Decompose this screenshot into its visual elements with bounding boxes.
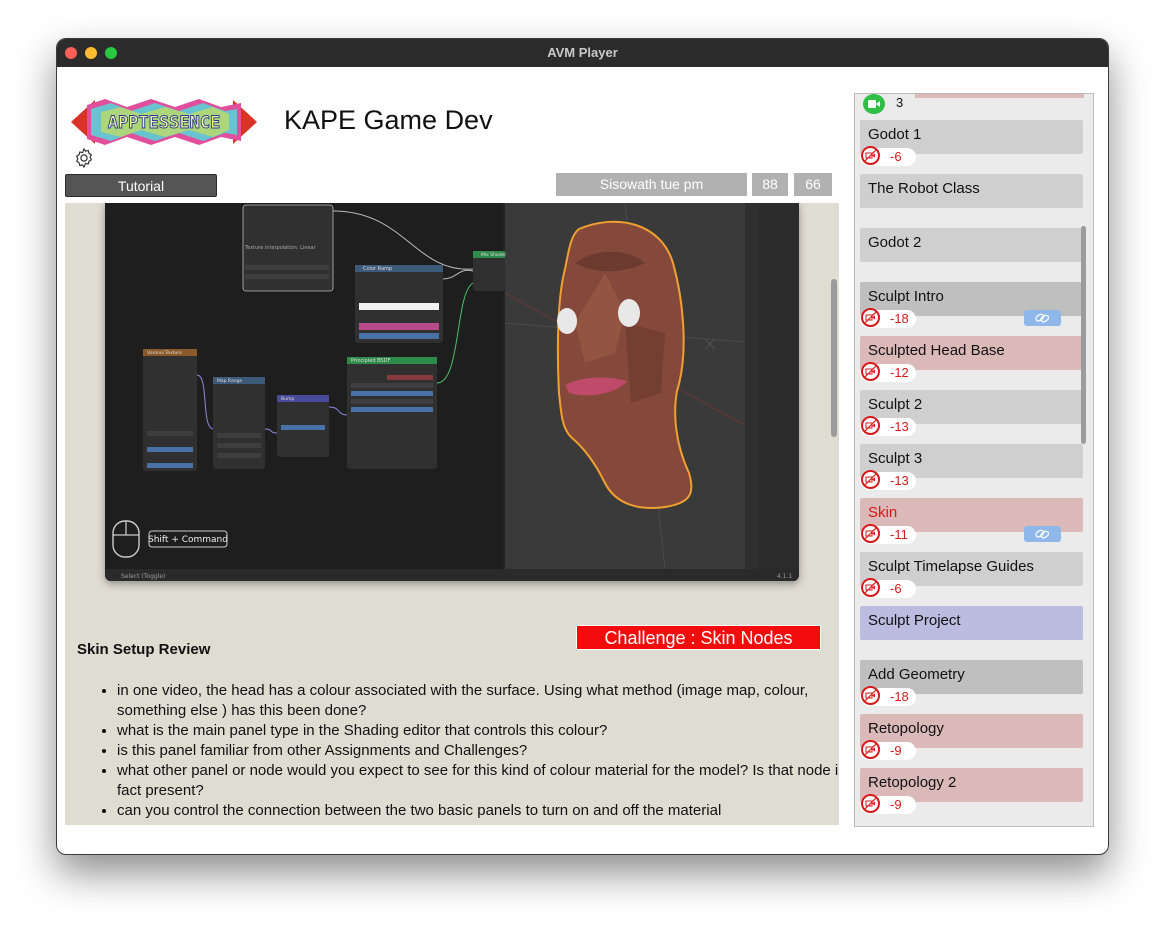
list-item-robot-class[interactable]: The Robot Class (860, 174, 1083, 208)
node-bump-label: Bump (281, 396, 294, 402)
absence-badge: -18 (860, 308, 916, 328)
video-off-icon (861, 578, 880, 597)
video-off-icon (861, 308, 880, 327)
absence-count: -11 (890, 527, 908, 542)
absence-badge: -13 (860, 470, 916, 490)
absence-badge: -6 (860, 578, 916, 598)
challenge-banner[interactable]: Challenge : Skin Nodes (576, 625, 821, 650)
lesson-content: Select (Toggle) 4.1.1 Texture interpolat… (65, 203, 839, 825)
question-item: is this panel familiar from other Assign… (117, 741, 839, 761)
absence-count: -9 (890, 797, 902, 812)
node-map-range-label: Map Range (217, 378, 242, 384)
link-button[interactable] (1024, 526, 1061, 542)
list-item-sculpt-project[interactable]: Sculpt Project (860, 606, 1083, 640)
node-mix-shader-label: Mix Shader (481, 252, 506, 258)
content-scrollbar[interactable] (831, 279, 837, 437)
absence-badge: -11 (860, 524, 916, 544)
absence-badge: -9 (860, 794, 916, 814)
question-item: can you control the connection between t… (117, 801, 839, 821)
absence-badge: -12 (860, 362, 916, 382)
absence-count: -18 (890, 689, 909, 704)
group-label-box[interactable]: Sisowath tue pm (556, 173, 747, 196)
list-item-label: The Robot Class (868, 180, 980, 197)
video-off-icon (861, 794, 880, 813)
list-item-partial (915, 94, 1084, 98)
list-item-label: Sculpt 3 (868, 450, 923, 467)
apptessence-logo: APPTESSENCE (71, 99, 257, 145)
section-title: Skin Setup Review (77, 641, 211, 658)
list-item-label: Sculpt Timelapse Guides (868, 558, 1034, 575)
lesson-sidebar[interactable]: 3 Godot 1 -6 The Robot Class Godot 2 Scu… (854, 93, 1094, 827)
video-camera-icon (863, 94, 885, 114)
absence-badge: -6 (860, 146, 916, 166)
link-icon (1035, 529, 1050, 539)
list-item-label: Skin (868, 504, 898, 521)
version-text: 4.1.1 (777, 573, 792, 580)
shortcut-label: Shift + Command (148, 535, 228, 545)
absence-badge: -13 (860, 416, 916, 436)
node-color-ramp-label: Color Ramp (363, 266, 392, 272)
sidebar-scrollbar[interactable] (1081, 226, 1086, 444)
list-item-label: Sculpted Head Base (868, 342, 1005, 359)
logo-text: APPTESSENCE (108, 113, 221, 133)
video-off-icon (861, 524, 880, 543)
video-off-icon (861, 686, 880, 705)
list-item-label: Sculpt 2 (868, 396, 923, 413)
absence-count: -18 (890, 311, 909, 326)
video-off-icon (861, 416, 880, 435)
list-item-godot-2[interactable]: Godot 2 (860, 228, 1083, 262)
video-off-icon (861, 362, 880, 381)
tutorial-button[interactable]: Tutorial (65, 174, 217, 197)
link-button[interactable] (1024, 310, 1061, 326)
link-icon (1035, 313, 1050, 323)
question-item: what other panel or node would you expec… (117, 761, 839, 801)
node-voronoi-label: Voronoi Texture (147, 350, 182, 356)
list-item-label: Sculpt Intro (868, 288, 944, 305)
gear-icon[interactable] (73, 147, 95, 169)
video-player[interactable]: Select (Toggle) 4.1.1 Texture interpolat… (105, 203, 799, 581)
status-text: Select (Toggle) (121, 573, 165, 580)
window-title: AVM Player (547, 45, 618, 60)
absence-count: -13 (890, 419, 909, 434)
list-item-label: Godot 2 (868, 234, 922, 251)
absence-badge: -9 (860, 740, 916, 760)
node-principled-label: Principled BSDF (351, 358, 390, 364)
video-frame: Select (Toggle) 4.1.1 Texture interpolat… (105, 203, 799, 581)
absence-count: -6 (890, 581, 902, 596)
question-list: in one video, the head has a colour asso… (97, 681, 839, 821)
app-title: KAPE Game Dev (284, 105, 493, 135)
absence-count: -6 (890, 149, 902, 164)
list-item-label: Retopology (868, 720, 944, 737)
list-item-label: Sculpt Project (868, 612, 961, 629)
video-off-icon (861, 740, 880, 759)
node-texture-label: Texture interpolation: Linear (244, 245, 317, 251)
absence-count: -12 (890, 365, 909, 380)
list-item-label: Godot 1 (868, 126, 922, 143)
count-box-b: 66 (794, 173, 832, 196)
absence-count: -13 (890, 473, 909, 488)
title-bar: AVM Player (57, 39, 1108, 67)
absence-badge: -18 (860, 686, 916, 706)
app-window: AVM Player APPTESSENCE KAPE Game Dev Tut… (56, 38, 1109, 855)
count-box-a: 88 (752, 173, 788, 196)
question-item: what is the main panel type in the Shadi… (117, 721, 839, 741)
list-item-label: Retopology 2 (868, 774, 957, 791)
absence-count: -9 (890, 743, 902, 758)
list-item-label: Add Geometry (868, 666, 965, 683)
video-off-icon (861, 470, 880, 489)
question-item: in one video, the head has a colour asso… (117, 681, 839, 721)
top-count: 3 (896, 95, 904, 110)
video-off-icon (861, 146, 880, 165)
